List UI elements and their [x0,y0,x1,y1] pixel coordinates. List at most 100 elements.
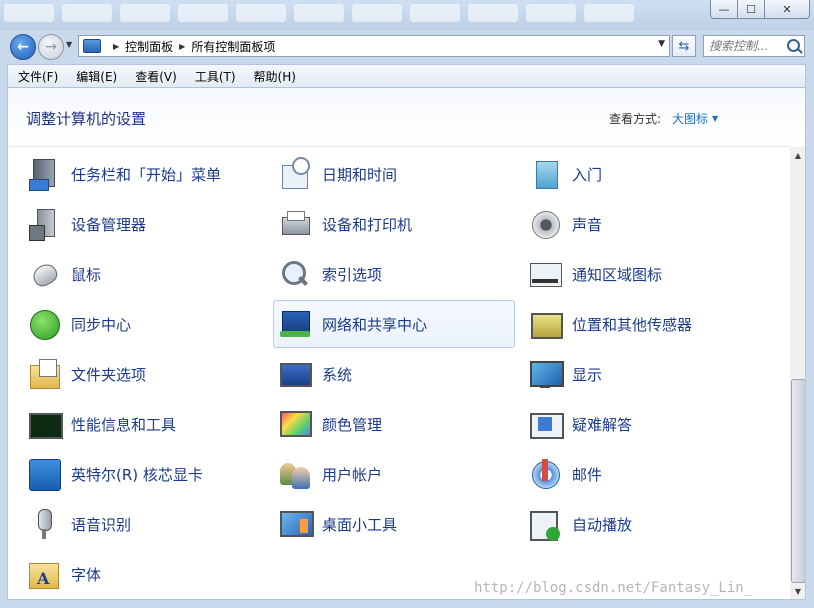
menu-bar: 文件(F) 编辑(E) 查看(V) 工具(T) 帮助(H) [7,64,806,88]
troubleshoot-icon [528,407,564,441]
menu-help[interactable]: 帮助(H) [244,68,304,85]
menu-file[interactable]: 文件(F) [8,68,66,85]
control-panel-item-label: 疑难解答 [572,415,633,434]
control-panel-item[interactable]: 入门 [523,150,765,198]
view-by-value: 大图标 [672,112,709,126]
search-input[interactable] [704,38,787,54]
control-panel-item-label: 任务栏和「开始」菜单 [71,165,222,184]
caret-down-icon: ▼ [712,114,719,123]
color-icon [278,407,312,441]
scroll-thumb[interactable] [791,379,805,583]
control-panel-item-label: 自动播放 [572,515,633,534]
control-panel-item[interactable]: 同步中心 [22,300,264,348]
page-title: 调整计算机的设置 [26,110,147,128]
maximize-button[interactable]: ☐ [738,0,765,19]
breadcrumb-all-items[interactable]: 所有控制面板项 [191,38,275,55]
address-bar[interactable]: ▶ 控制面板 ▶ 所有控制面板项 ▼ [78,35,670,57]
user-accounts-icon [278,457,312,491]
control-panel-item-label: 鼠标 [71,265,102,284]
control-panel-item[interactable]: 性能信息和工具 [22,400,264,448]
control-panel-item[interactable]: 英特尔(R) 核芯显卡 [22,450,264,498]
chevron-right-icon[interactable]: ▶ [179,42,185,51]
menu-tools[interactable]: 工具(T) [185,68,244,85]
autoplay-icon [528,507,562,541]
control-panel-item[interactable]: 索引选项 [273,250,515,298]
control-panel-item[interactable]: 用户帐户 [273,450,515,498]
control-panel-item[interactable]: 颜色管理 [273,400,515,448]
printer-icon [278,207,312,241]
control-panel-item[interactable]: 桌面小工具 [273,500,515,548]
address-dropdown-icon[interactable]: ▼ [658,39,665,49]
control-panel-item[interactable]: A 字体 [22,550,264,598]
notification-icon [528,257,562,291]
background-taskbar [0,4,694,26]
control-panel-item-label: 位置和其他传感器 [572,315,693,334]
control-panel-item[interactable]: 疑难解答 [523,400,765,448]
close-button[interactable]: ✕ [765,0,810,19]
breadcrumb-control-panel[interactable]: 控制面板 [125,38,173,55]
blurred-tab [4,4,54,22]
control-panel-item-label: 日期和时间 [322,165,398,184]
system-icon [278,357,312,391]
blurred-tab [468,4,518,22]
content-pane: 调整计算机的设置 查看方式: 大图标 ▼ 任务栏和「开始」菜单 日期和时间 入门设备管… [7,88,806,600]
menu-edit[interactable]: 编辑(E) [66,68,125,85]
control-panel-item[interactable]: 自动播放 [523,500,765,548]
control-panel-item-label: 索引选项 [322,265,383,284]
control-panel-item-label: 声音 [572,215,603,234]
minimize-button[interactable]: — [710,0,738,19]
chevron-right-icon[interactable]: ▶ [113,42,119,51]
navigation-bar: ← → ▼ ▶ 控制面板 ▶ 所有控制面板项 ▼ ⇆ [0,30,814,62]
control-panel-icon [83,39,101,53]
intel-graphics-icon [27,457,61,491]
control-panel-items: 任务栏和「开始」菜单 日期和时间 入门设备管理器 设备和打印机 声音鼠标 索引选项 通知区域… [22,150,772,599]
control-panel-item-label: 邮件 [572,465,603,484]
blurred-tab [236,4,286,22]
vertical-scrollbar[interactable]: ▲ ▼ [790,147,805,599]
chevron-down-icon: ▼ [66,40,73,49]
control-panel-item[interactable]: 显示 [523,350,765,398]
display-icon [528,357,564,391]
folder-icon [27,357,61,391]
header-band: 调整计算机的设置 查看方式: 大图标 ▼ [8,88,805,146]
control-panel-item[interactable]: 设备管理器 [22,200,264,248]
back-button[interactable]: ← [10,34,36,60]
control-panel-item-label: 系统 [322,365,353,384]
blurred-tab [294,4,344,22]
control-panel-item[interactable]: 日期和时间 [273,150,515,198]
control-panel-item[interactable]: 系统 [273,350,515,398]
view-by-dropdown[interactable]: 大图标 ▼ [672,110,718,127]
control-panel-item[interactable]: 鼠标 [22,250,264,298]
menu-view[interactable]: 查看(V) [125,68,185,85]
control-panel-item[interactable]: 任务栏和「开始」菜单 [22,150,264,198]
control-panel-item[interactable]: 语音识别 [22,500,264,548]
control-panel-item[interactable]: 网络和共享中心 [273,300,515,348]
scroll-up-icon[interactable]: ▲ [790,147,805,163]
arrow-left-icon: ← [17,39,29,55]
blurred-tab [120,4,170,22]
divider [8,146,790,147]
refresh-button[interactable]: ⇆ [672,35,696,57]
forward-button[interactable]: → [38,34,64,60]
control-panel-item[interactable]: 声音 [523,200,765,248]
window-controls: — ☐ ✕ [710,0,810,19]
control-panel-item[interactable]: 位置和其他传感器 [523,300,765,348]
blurred-tab [526,4,576,22]
gadgets-icon [278,507,314,541]
control-panel-item[interactable]: 邮件 [523,450,765,498]
blurred-tab [584,4,634,22]
control-panel-item-label: 通知区域图标 [572,265,663,284]
scroll-down-icon[interactable]: ▼ [790,583,805,599]
control-panel-item[interactable]: 设备和打印机 [273,200,515,248]
performance-icon [27,407,63,441]
microphone-icon [27,507,61,541]
recent-pages-button[interactable]: ▼ [66,40,72,49]
indexing-icon [278,257,312,291]
control-panel-item-label: 用户帐户 [322,465,383,484]
control-panel-item[interactable]: 通知区域图标 [523,250,765,298]
search-box[interactable] [703,35,805,57]
control-panel-item[interactable]: 文件夹选项 [22,350,264,398]
search-icon[interactable] [787,39,800,52]
mouse-icon [27,257,61,291]
title-bar: — ☐ ✕ [0,0,814,30]
